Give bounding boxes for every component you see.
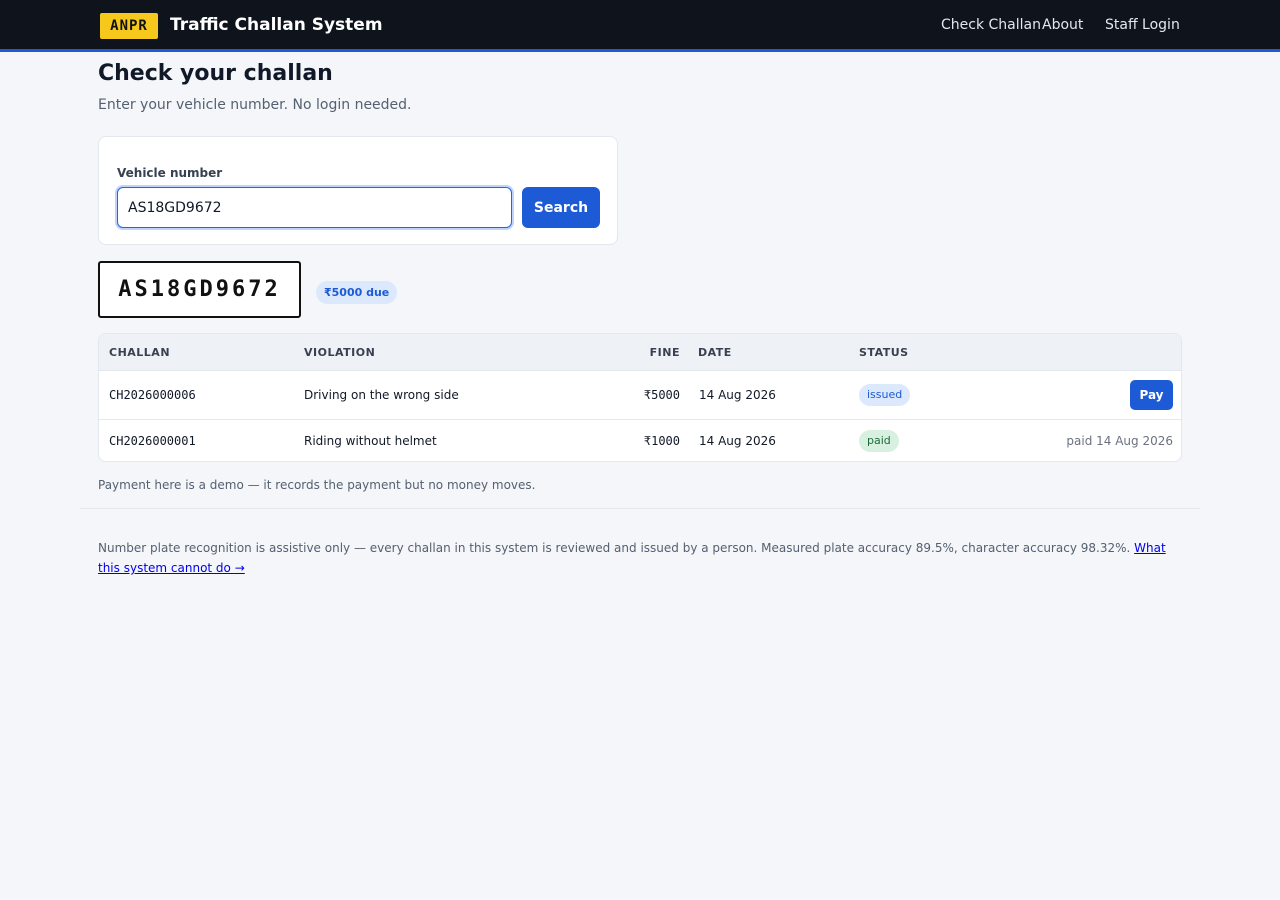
violation: Riding without helmet [304, 434, 437, 448]
nav-about[interactable]: About [1042, 17, 1083, 33]
status-badge: paid [859, 430, 899, 452]
fine-amount: ₹1000 [643, 434, 680, 448]
column-header-fine: FINE [649, 346, 680, 359]
column-header-status: STATUS [859, 346, 909, 359]
pay-button[interactable]: Pay [1130, 380, 1173, 410]
top-navbar: ANPR Traffic Challan System Check Challa… [0, 0, 1280, 52]
challan-id: CH2026000006 [109, 388, 196, 402]
paid-date-note: paid 14 Aug 2026 [1066, 434, 1173, 448]
column-header-violation: VIOLATION [304, 346, 376, 359]
vehicle-number-label: Vehicle number [117, 166, 223, 180]
nav-check-challan[interactable]: Check Challan [941, 17, 1041, 33]
challan-id: CH2026000001 [109, 434, 196, 448]
table-row: CH2026000001 Riding without helmet ₹1000… [99, 420, 1181, 461]
column-header-challan: CHALLAN [109, 346, 171, 359]
footer-disclaimer: Number plate recognition is assistive on… [98, 538, 1182, 578]
anpr-logo[interactable]: ANPR [100, 13, 158, 39]
vehicle-number-input[interactable] [117, 187, 512, 228]
nav-staff-login[interactable]: Staff Login [1105, 17, 1180, 33]
challan-date: 14 Aug 2026 [699, 434, 776, 448]
footer-divider [80, 508, 1200, 509]
page-title: Check your challan [98, 61, 333, 86]
challan-date: 14 Aug 2026 [699, 388, 776, 402]
table-header: CHALLAN VIOLATION FINE DATE STATUS [99, 334, 1181, 371]
column-header-date: DATE [698, 346, 732, 359]
table-row: CH2026000006 Driving on the wrong side ₹… [99, 371, 1181, 420]
app-title[interactable]: Traffic Challan System [170, 15, 383, 35]
number-plate: AS18GD9672 [98, 261, 301, 318]
amount-due-badge: ₹5000 due [316, 281, 398, 304]
search-card: Vehicle number Search [98, 136, 618, 245]
status-badge: issued [859, 384, 911, 406]
page-subtitle: Enter your vehicle number. No login need… [98, 97, 412, 113]
challan-table: CHALLAN VIOLATION FINE DATE STATUS CH202… [98, 333, 1182, 462]
fine-amount: ₹5000 [643, 388, 680, 402]
search-button[interactable]: Search [522, 187, 600, 228]
demo-payment-note: Payment here is a demo — it records the … [98, 478, 536, 492]
disclaimer-text: Number plate recognition is assistive on… [98, 541, 1131, 555]
violation: Driving on the wrong side [304, 388, 459, 402]
